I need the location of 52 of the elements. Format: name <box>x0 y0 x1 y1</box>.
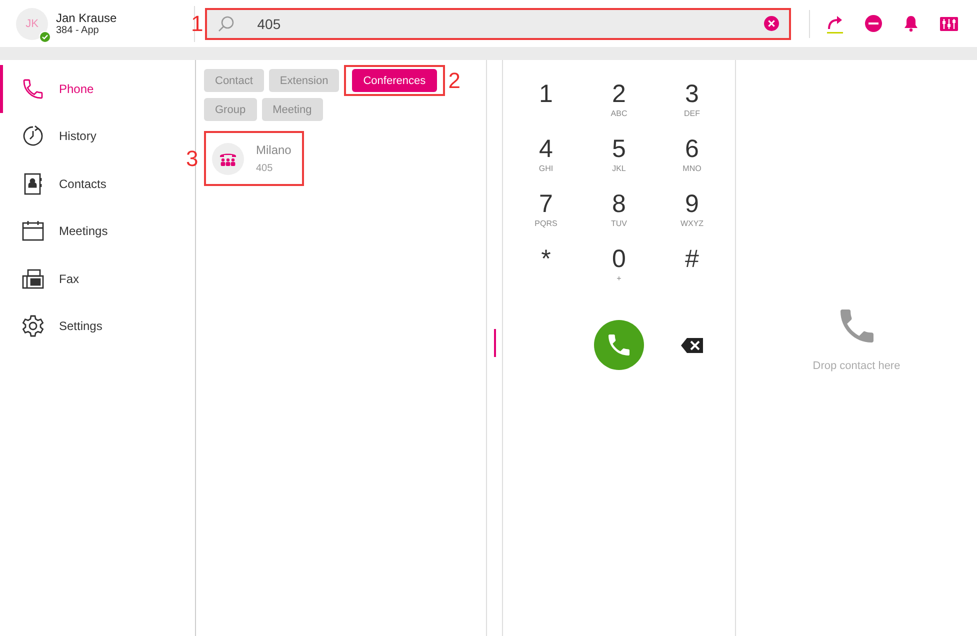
dial-key[interactable]: # <box>656 247 728 294</box>
annotation-number: 1 <box>191 12 204 34</box>
equalizer-icon <box>940 16 958 30</box>
drop-hint: Drop contact here <box>812 360 900 372</box>
sidebar-label: Fax <box>59 272 80 286</box>
result-name: Milano <box>256 143 292 157</box>
sidebar-label: History <box>59 129 96 144</box>
dial-key[interactable]: 3 DEF <box>656 82 728 129</box>
dial-key[interactable]: 2 ABC <box>582 82 656 129</box>
search-field[interactable]: 405 <box>255 14 744 32</box>
dial-key[interactable]: 9 WXYZ <box>656 192 728 239</box>
forward-arrow-icon <box>825 14 846 34</box>
dial-key[interactable]: 7 PQRS <box>510 192 582 239</box>
conference-icon <box>212 142 244 174</box>
filter-chip[interactable]: Conferences <box>352 69 437 92</box>
backspace-button[interactable] <box>681 338 703 352</box>
sidebar-item[interactable]: Contacts <box>0 160 165 208</box>
search-bar[interactable]: 405 <box>205 8 792 40</box>
call-button[interactable] <box>594 320 644 370</box>
annotation-number: 2 <box>448 70 460 92</box>
clear-icon[interactable] <box>764 16 780 31</box>
bell-icon <box>903 15 920 32</box>
dial-key[interactable]: 6 MNO <box>656 137 728 184</box>
dial-key[interactable]: * <box>510 247 582 294</box>
calendar-icon <box>21 219 45 244</box>
search-icon <box>217 14 236 32</box>
clock-icon <box>21 124 45 148</box>
annotation-number: 3 <box>186 148 198 170</box>
sidebar-item[interactable]: Fax <box>0 255 165 302</box>
sidebar-item[interactable]: Meetings <box>0 208 165 255</box>
sidebar-item[interactable]: History <box>0 112 165 160</box>
dial-key[interactable]: 4 GHI <box>510 137 582 184</box>
result-item[interactable]: Milano 405 <box>204 131 304 186</box>
result-number: 405 <box>256 163 274 174</box>
sidebar-label: Meetings <box>59 224 108 238</box>
toolbar-button[interactable] <box>862 12 884 34</box>
sidebar-item[interactable]: Phone <box>0 65 165 112</box>
user-name: Jan Krause <box>56 11 117 25</box>
dial-key[interactable]: 0 + <box>582 247 656 294</box>
fax-icon <box>21 266 45 291</box>
sidebar-label: Phone <box>59 82 94 96</box>
resize-handle[interactable] <box>494 329 496 357</box>
sidebar-label: Settings <box>59 319 102 334</box>
sidebar-label: Contacts <box>59 176 106 191</box>
phone-icon <box>21 76 45 101</box>
dial-key[interactable]: 8 TUV <box>582 192 656 239</box>
user-line: 384 - App <box>56 25 100 36</box>
do-not-disturb-icon <box>864 15 882 32</box>
sidebar-item[interactable]: Settings <box>0 302 165 350</box>
dial-key[interactable]: 1 <box>510 82 582 129</box>
dial-key[interactable]: 5 JKL <box>582 137 656 184</box>
settings-icon <box>21 314 45 338</box>
